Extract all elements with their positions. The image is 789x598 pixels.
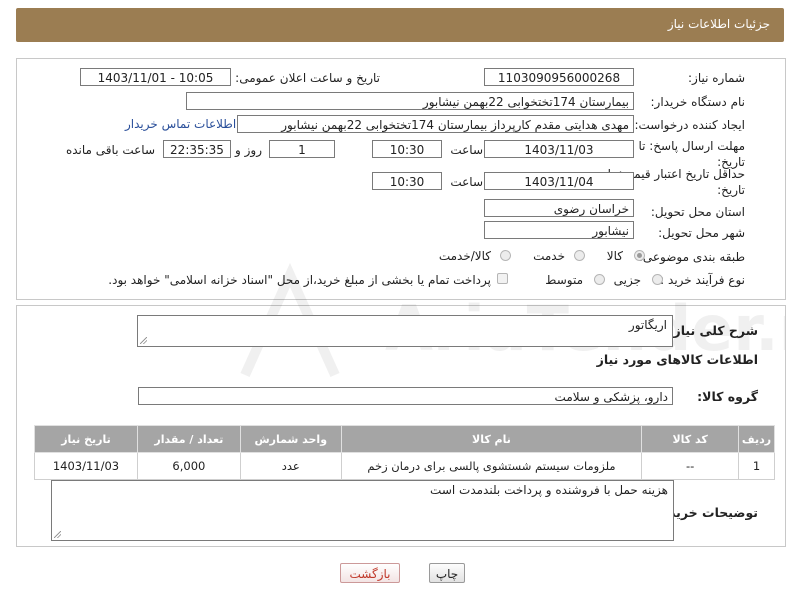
city-label: شهر محل تحویل: bbox=[658, 226, 745, 240]
category-label: طبقه بندی موضوعی: bbox=[638, 250, 745, 264]
province-label: استان محل تحویل: bbox=[650, 205, 745, 219]
summary-label: شرح کلی نیاز: bbox=[668, 323, 758, 338]
goods-group-field: دارو، پزشکی و سلامت bbox=[138, 387, 673, 405]
days-label: روز و bbox=[235, 143, 262, 157]
category-option-goods-service: کالا/خدمت bbox=[438, 249, 491, 263]
remaining-time-field: 22:35:35 bbox=[163, 140, 231, 158]
goods-info-title: اطلاعات کالاهای مورد نیاز bbox=[596, 352, 758, 367]
col-code: کد کالا bbox=[641, 425, 740, 453]
cell-code: -- bbox=[641, 452, 740, 480]
announce-label: تاریخ و ساعت اعلان عمومی: bbox=[235, 71, 380, 85]
col-name: نام کالا bbox=[340, 425, 643, 453]
buyer-org-field: بیمارستان 174تختخوابی 22بهمن نیشابور bbox=[186, 92, 634, 110]
cell-row: 1 bbox=[738, 452, 775, 480]
resize-grip-icon[interactable] bbox=[54, 531, 61, 538]
col-qty: تعداد / مقدار bbox=[136, 425, 241, 453]
creator-label: ایجاد کننده درخواست: bbox=[634, 118, 745, 132]
category-radio-goods-service[interactable] bbox=[500, 250, 511, 261]
resize-grip-icon[interactable] bbox=[140, 337, 147, 344]
goods-table-header: ردیف کد کالا نام کالا واحد شمارش تعداد /… bbox=[34, 425, 775, 453]
category-radio-goods[interactable] bbox=[634, 250, 645, 261]
creator-field: مهدی هدایتی مقدم کارپرداز بیمارستان 174ت… bbox=[237, 115, 634, 133]
process-option-minor: جزیی bbox=[613, 273, 641, 287]
summary-textarea[interactable]: اریگاتور bbox=[137, 315, 673, 347]
treasury-payment-note: پرداخت تمام یا بخشی از مبلغ خرید،از محل … bbox=[108, 273, 491, 287]
cell-qty: 6,000 bbox=[136, 452, 241, 480]
col-date: تاریخ نیاز bbox=[34, 425, 138, 453]
category-option-goods: کالا bbox=[606, 249, 623, 263]
page-title: جزئیات اطلاعات نیاز bbox=[667, 17, 770, 31]
summary-text: اریگاتور bbox=[628, 318, 667, 332]
reply-time-field: 10:30 bbox=[372, 140, 442, 158]
category-radio-service[interactable] bbox=[574, 250, 585, 261]
price-time-label: ساعت bbox=[450, 175, 483, 189]
goods-table: ردیف کد کالا نام کالا واحد شمارش تعداد /… bbox=[34, 425, 775, 480]
process-label: نوع فرآیند خرید : bbox=[660, 273, 745, 287]
need-number-label: شماره نیاز: bbox=[688, 71, 745, 85]
remaining-label: ساعت باقی مانده bbox=[65, 143, 155, 157]
reply-date-field: 1403/11/03 bbox=[484, 140, 634, 158]
cell-name: ملزومات سیستم شستشوی پالسی برای درمان زخ… bbox=[340, 452, 643, 480]
price-time-field: 10:30 bbox=[372, 172, 442, 190]
col-unit: واحد شمارش bbox=[239, 425, 342, 453]
province-field: خراسان رضوی bbox=[484, 199, 634, 217]
need-number-field: 1103090956000268 bbox=[484, 68, 634, 86]
process-option-medium: متوسط bbox=[545, 273, 583, 287]
announce-datetime-field: 1403/11/01 - 10:05 bbox=[80, 68, 231, 86]
contact-info-link[interactable]: اطلاعات تماس خریدار bbox=[125, 117, 236, 131]
cell-date: 1403/11/03 bbox=[34, 452, 138, 480]
buyer-org-label: نام دستگاه خریدار: bbox=[650, 95, 746, 109]
reply-time-label: ساعت bbox=[450, 143, 483, 157]
buyer-notes-text: هزینه حمل با فروشنده و پرداخت بلندمدت اس… bbox=[430, 483, 668, 497]
price-date-field: 1403/11/04 bbox=[484, 172, 634, 190]
city-field: نیشابور bbox=[484, 221, 634, 239]
back-button[interactable]: بازگشت bbox=[340, 563, 400, 583]
process-radio-minor[interactable] bbox=[652, 274, 663, 285]
category-option-service: خدمت bbox=[533, 249, 565, 263]
cell-unit: عدد bbox=[239, 452, 342, 480]
treasury-payment-checkbox[interactable] bbox=[497, 273, 508, 284]
days-field: 1 bbox=[269, 140, 335, 158]
goods-group-label: گروه کالا: bbox=[697, 389, 758, 404]
buyer-notes-textarea[interactable]: هزینه حمل با فروشنده و پرداخت بلندمدت اس… bbox=[51, 480, 674, 541]
print-button[interactable]: چاپ bbox=[429, 563, 465, 583]
process-radio-medium[interactable] bbox=[594, 274, 605, 285]
table-row: 1 -- ملزومات سیستم شستشوی پالسی برای درم… bbox=[34, 452, 775, 480]
header-bar: جزئیات اطلاعات نیاز bbox=[16, 8, 784, 42]
col-row: ردیف bbox=[738, 425, 775, 453]
